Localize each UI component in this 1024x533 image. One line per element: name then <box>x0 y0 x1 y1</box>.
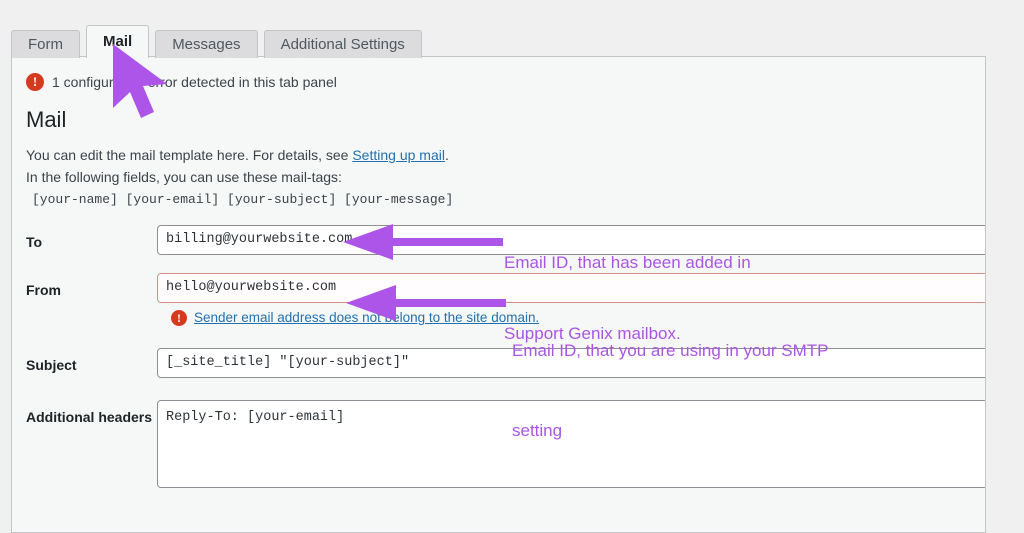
tab-form-label: Form <box>28 36 63 53</box>
mail-description-tail: . <box>444 147 449 164</box>
tab-messages-label: Messages <box>172 36 241 53</box>
to-input[interactable] <box>157 224 985 255</box>
field-row-additional-headers: Additional headers Reply-To: [your-email… <box>26 399 985 493</box>
tab-form[interactable]: Form <box>11 30 80 58</box>
from-field-error-link[interactable]: Sender email address does not belong to … <box>194 310 539 325</box>
tab-mail[interactable]: Mail <box>86 25 150 58</box>
page-title: Mail <box>26 107 67 132</box>
tab-messages[interactable]: Messages <box>155 30 258 58</box>
subject-input[interactable] <box>157 347 985 378</box>
field-row-to: To <box>26 224 985 255</box>
mail-tab-panel: ! 1 configuration error detected in this… <box>11 56 986 533</box>
tab-bar: Form Mail Messages Additional Settings <box>11 24 428 58</box>
subject-label: Subject <box>26 356 77 373</box>
mail-tags-intro: In the following fields, you can use the… <box>26 169 342 186</box>
setting-up-mail-link[interactable]: Setting up mail <box>352 147 445 163</box>
panel-error-notice: ! 1 configuration error detected in this… <box>26 73 971 91</box>
error-icon: ! <box>171 309 187 326</box>
additional-headers-label-text: Additional headers <box>26 408 153 425</box>
additional-headers-label: Additional headers <box>26 400 157 427</box>
panel-error-notice-text: 1 configuration error detected in this t… <box>52 74 337 90</box>
field-row-subject: Subject <box>26 347 985 378</box>
field-row-from: From ! Sender email address does not bel… <box>26 272 985 326</box>
mail-description-text: You can edit the mail template here. For… <box>26 147 353 164</box>
mail-description: You can edit the mail template here. For… <box>26 145 971 188</box>
from-input[interactable] <box>157 272 985 303</box>
tab-additional-settings[interactable]: Additional Settings <box>263 30 422 58</box>
to-label: To <box>26 233 43 250</box>
tab-mail-label: Mail <box>103 33 133 50</box>
error-icon: ! <box>26 73 44 91</box>
mail-tags-list: [your-name] [your-email] [your-subject] … <box>32 191 454 207</box>
tab-additional-settings-label: Additional Settings <box>280 36 405 53</box>
from-label: From <box>26 281 61 298</box>
from-field-error: ! Sender email address does not belong t… <box>171 309 985 326</box>
additional-headers-textarea[interactable]: Reply-To: [your-email] <box>157 399 985 488</box>
